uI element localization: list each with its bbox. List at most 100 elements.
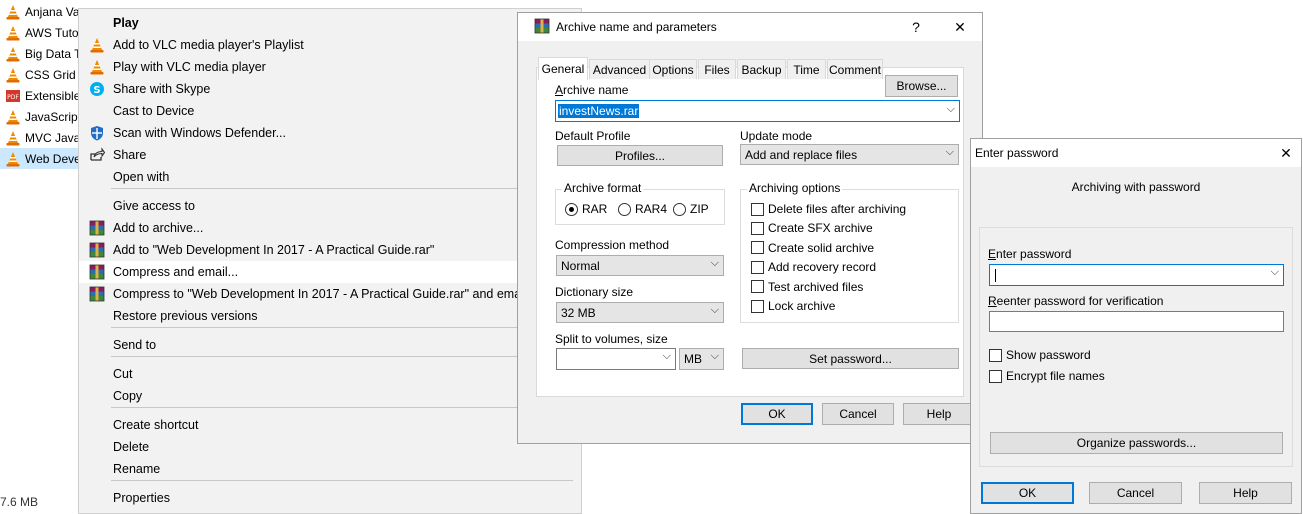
archive-option-checkbox[interactable]: Create SFX archive xyxy=(751,221,873,235)
archive-option-checkbox[interactable]: Delete files after archiving xyxy=(751,202,906,216)
file-list-item[interactable]: AWS Tutor xyxy=(0,22,80,43)
archive-dialog: Archive name and parameters ? ✕ General A… xyxy=(517,12,983,444)
tab-backup[interactable]: Backup xyxy=(737,59,786,79)
context-menu-item-label: Give access to xyxy=(113,199,195,213)
tab-files[interactable]: Files xyxy=(698,59,736,79)
help-title-button[interactable]: ? xyxy=(906,17,926,37)
chevron-down-icon[interactable]: ⌵ xyxy=(1271,266,1279,279)
checkbox-box[interactable] xyxy=(751,241,764,255)
format-radio-rar4[interactable]: RAR4 xyxy=(618,202,667,216)
context-menu-item[interactable]: Play xyxy=(79,12,581,34)
winrar-icon xyxy=(89,220,105,236)
split-volumes-input[interactable]: ⌵ xyxy=(556,348,676,370)
context-menu-item[interactable]: Share xyxy=(79,144,581,166)
tab-general[interactable]: General xyxy=(538,57,588,80)
file-name: Extensible xyxy=(25,88,80,103)
checkbox-box[interactable] xyxy=(751,202,764,216)
password-cancel-button[interactable]: Cancel xyxy=(1089,482,1182,504)
context-menu-item[interactable]: Add to archive... xyxy=(79,217,581,239)
tab-time[interactable]: Time xyxy=(787,59,826,79)
checkbox-box[interactable] xyxy=(751,280,764,294)
profiles-button[interactable]: Profiles... xyxy=(557,145,723,166)
format-radio-rar[interactable]: RAR xyxy=(565,202,607,216)
context-menu-item[interactable]: Copy xyxy=(79,385,581,407)
enter-password-label: Enter password xyxy=(988,247,1072,261)
context-menu-item[interactable]: Properties xyxy=(79,487,581,509)
context-menu-item[interactable]: Play with VLC media player xyxy=(79,56,581,78)
context-menu-item[interactable]: Compress to "Web Development In 2017 - A… xyxy=(79,283,581,305)
tab-advanced[interactable]: Advanced xyxy=(589,59,650,79)
set-password-button[interactable]: Set password... xyxy=(742,348,959,369)
tab-comment[interactable]: Comment xyxy=(827,59,883,79)
password-help-button[interactable]: Help xyxy=(1199,482,1292,504)
help-button[interactable]: Help xyxy=(903,403,975,425)
organize-passwords-button[interactable]: Organize passwords... xyxy=(990,432,1283,454)
archive-name-value: investNews.rar xyxy=(558,104,640,118)
menu-separator xyxy=(111,188,573,189)
context-menu-item-label: Properties xyxy=(113,491,170,505)
checkbox-box[interactable] xyxy=(751,299,764,313)
file-list-item[interactable]: CSS Grid C xyxy=(0,64,80,85)
context-menu-item[interactable]: Open with xyxy=(79,166,581,188)
file-list-item[interactable]: Web Devel xyxy=(0,148,80,169)
close-icon[interactable]: ✕ xyxy=(950,17,970,37)
radio-dot[interactable] xyxy=(565,202,578,216)
enter-password-input[interactable]: ⌵ xyxy=(989,264,1284,286)
archive-option-checkbox[interactable]: Add recovery record xyxy=(751,260,876,274)
context-menu-item[interactable]: Delete xyxy=(79,436,581,458)
vlc-icon xyxy=(5,46,21,62)
context-menu-item[interactable]: Add to "Web Development In 2017 - A Prac… xyxy=(79,239,581,261)
context-menu-item-label: Create shortcut xyxy=(113,418,199,432)
context-menu-item[interactable]: Create shortcut xyxy=(79,414,581,436)
radio-dot[interactable] xyxy=(673,202,686,216)
encrypt-names-label: Encrypt file names xyxy=(1006,369,1105,383)
tab-label: Backup xyxy=(741,62,782,77)
tab-options[interactable]: Options xyxy=(649,59,697,79)
context-menu-item[interactable]: Cast to Device xyxy=(79,100,581,122)
password-dialog-titlebar[interactable]: Enter password ✕ xyxy=(971,139,1301,167)
checkbox-box[interactable] xyxy=(751,260,764,274)
cancel-button[interactable]: Cancel xyxy=(822,403,894,425)
radio-dot[interactable] xyxy=(618,202,631,216)
context-menu-item[interactable]: Rename xyxy=(79,458,581,480)
archive-option-checkbox[interactable]: Test archived files xyxy=(751,280,863,294)
format-radio-zip[interactable]: ZIP xyxy=(673,202,709,216)
archive-name-input[interactable]: investNews.rar ⌵ xyxy=(555,100,960,122)
file-list-item[interactable]: Big Data T xyxy=(0,43,80,64)
file-list-item[interactable]: Anjana Va xyxy=(0,1,80,22)
context-menu-item[interactable]: Cut xyxy=(79,363,581,385)
reenter-password-input[interactable] xyxy=(989,311,1284,332)
context-menu-item[interactable]: Send to xyxy=(79,334,581,356)
password-ok-button[interactable]: OK xyxy=(981,482,1074,504)
checkbox-box[interactable] xyxy=(989,369,1002,383)
context-menu-item[interactable]: Give access to xyxy=(79,195,581,217)
context-menu-item[interactable]: Scan with Windows Defender... xyxy=(79,122,581,144)
compression-method-select[interactable]: Normal ⌵ xyxy=(556,255,724,276)
chevron-down-icon[interactable]: ⌵ xyxy=(947,103,955,116)
tab-label: Files xyxy=(704,62,730,77)
checkbox-box[interactable] xyxy=(751,221,764,235)
checkbox-box[interactable] xyxy=(989,348,1002,362)
archive-option-label: Test archived files xyxy=(768,279,864,294)
file-list-item[interactable]: MVC Java xyxy=(0,127,80,148)
browse-button[interactable]: Browse... xyxy=(885,75,958,97)
file-list-item[interactable]: Extensible xyxy=(0,85,80,106)
context-menu-item[interactable]: Compress and email... xyxy=(79,261,519,283)
close-icon[interactable]: ✕ xyxy=(1276,143,1296,163)
encrypt-names-checkbox[interactable]: Encrypt file names xyxy=(989,369,1105,383)
chevron-down-icon: ⌵ xyxy=(710,350,719,362)
archive-option-checkbox[interactable]: Lock archive xyxy=(751,299,835,313)
ok-button[interactable]: OK xyxy=(741,403,813,425)
context-menu-item[interactable]: Add to VLC media player's Playlist xyxy=(79,34,581,56)
split-unit-select[interactable]: MB ⌵ xyxy=(679,348,724,370)
archive-option-checkbox[interactable]: Create solid archive xyxy=(751,241,874,255)
context-menu-item[interactable]: Share with Skype xyxy=(79,78,581,100)
dictionary-size-select[interactable]: 32 MB ⌵ xyxy=(556,302,724,323)
archive-dialog-titlebar[interactable]: Archive name and parameters ? ✕ xyxy=(518,13,982,41)
context-menu-item[interactable]: Restore previous versions xyxy=(79,305,581,327)
defender-icon xyxy=(89,125,105,141)
update-mode-select[interactable]: Add and replace files ⌵ xyxy=(740,144,959,165)
context-menu-item-label: Share with Skype xyxy=(113,82,211,96)
file-list-item[interactable]: JavaScript xyxy=(0,106,80,127)
show-password-checkbox[interactable]: Show password xyxy=(989,348,1091,362)
